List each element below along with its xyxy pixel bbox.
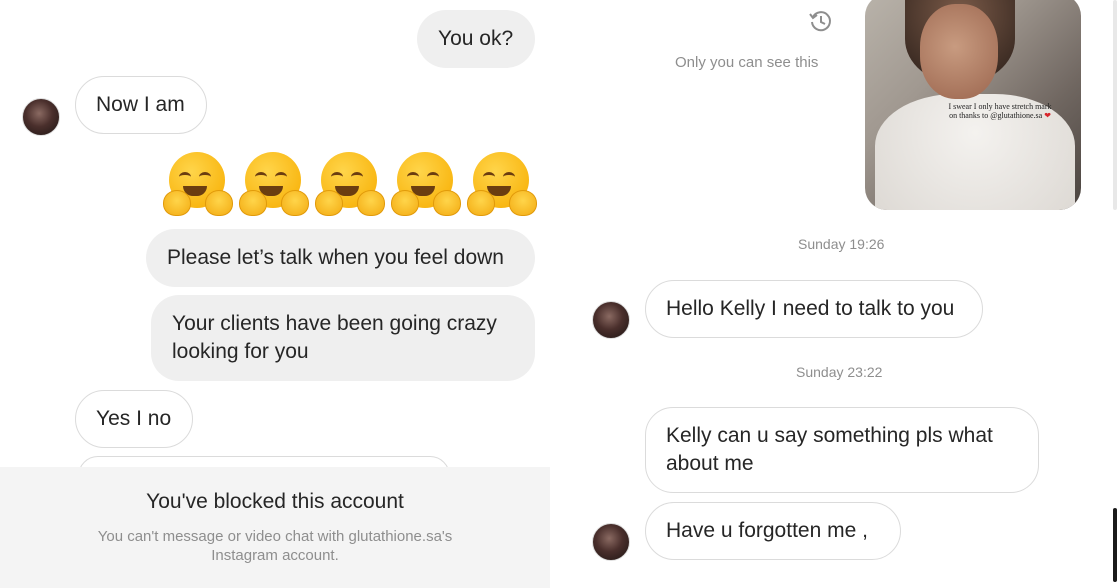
message-text: Now I am: [96, 93, 185, 116]
avatar[interactable]: [592, 523, 630, 561]
hugging-emoji-row[interactable]: [163, 150, 537, 222]
panel-divider: [550, 0, 570, 588]
left-chat-panel: You ok? Now I am Please let’s talk when …: [0, 0, 550, 588]
sent-message-lets-talk[interactable]: Please let’s talk when you feel down: [146, 229, 535, 287]
hugging-face-emoji-icon: [391, 150, 461, 218]
shared-story-photo[interactable]: I swear I only have stretch mark on than…: [865, 0, 1081, 210]
history-icon: [809, 11, 831, 32]
timestamp: Sunday 19:26: [798, 236, 885, 252]
sent-message-you-ok[interactable]: You ok?: [417, 10, 535, 68]
received-message-say-something[interactable]: Kelly can u say something pls what about…: [645, 407, 1039, 493]
heart-icon: ❤: [1044, 111, 1051, 120]
message-text: Please let’s talk when you feel down: [167, 246, 504, 269]
message-text: You ok?: [438, 27, 514, 50]
message-text: Hello Kelly I need to talk to you: [666, 297, 955, 320]
received-message-hello-kelly[interactable]: Hello Kelly I need to talk to you: [645, 280, 983, 338]
avatar[interactable]: [22, 98, 60, 136]
hugging-face-emoji-icon: [315, 150, 385, 218]
sent-message-clients[interactable]: Your clients have been going crazy looki…: [151, 295, 535, 381]
hugging-face-emoji-icon: [239, 150, 309, 218]
message-text: Have u forgotten me ,: [666, 519, 868, 542]
right-chat-panel: Only you can see this I swear I only hav…: [570, 0, 1120, 588]
avatar[interactable]: [592, 301, 630, 339]
message-text: Kelly can u say something pls what about…: [666, 424, 993, 475]
only-you-can-see-label: Only you can see this: [675, 54, 819, 71]
blocked-account-banner: You've blocked this account You can't me…: [0, 467, 550, 588]
blocked-subtitle: You can't message or video chat with glu…: [97, 528, 453, 564]
hugging-face-emoji-icon: [163, 150, 233, 218]
received-message-now-i-am[interactable]: Now I am: [75, 76, 207, 134]
message-text: Yes I no: [96, 407, 172, 430]
photo-caption: I swear I only have stretch mark on than…: [948, 102, 1052, 120]
received-message-forgotten[interactable]: Have u forgotten me ,: [645, 502, 901, 560]
hugging-face-emoji-icon: [467, 150, 537, 218]
received-message-yes-i-no[interactable]: Yes I no: [75, 390, 193, 448]
scrollbar[interactable]: [1112, 0, 1118, 588]
blocked-title: You've blocked this account: [146, 490, 404, 513]
timestamp: Sunday 23:22: [796, 364, 883, 380]
message-text: Your clients have been going crazy looki…: [172, 312, 497, 363]
